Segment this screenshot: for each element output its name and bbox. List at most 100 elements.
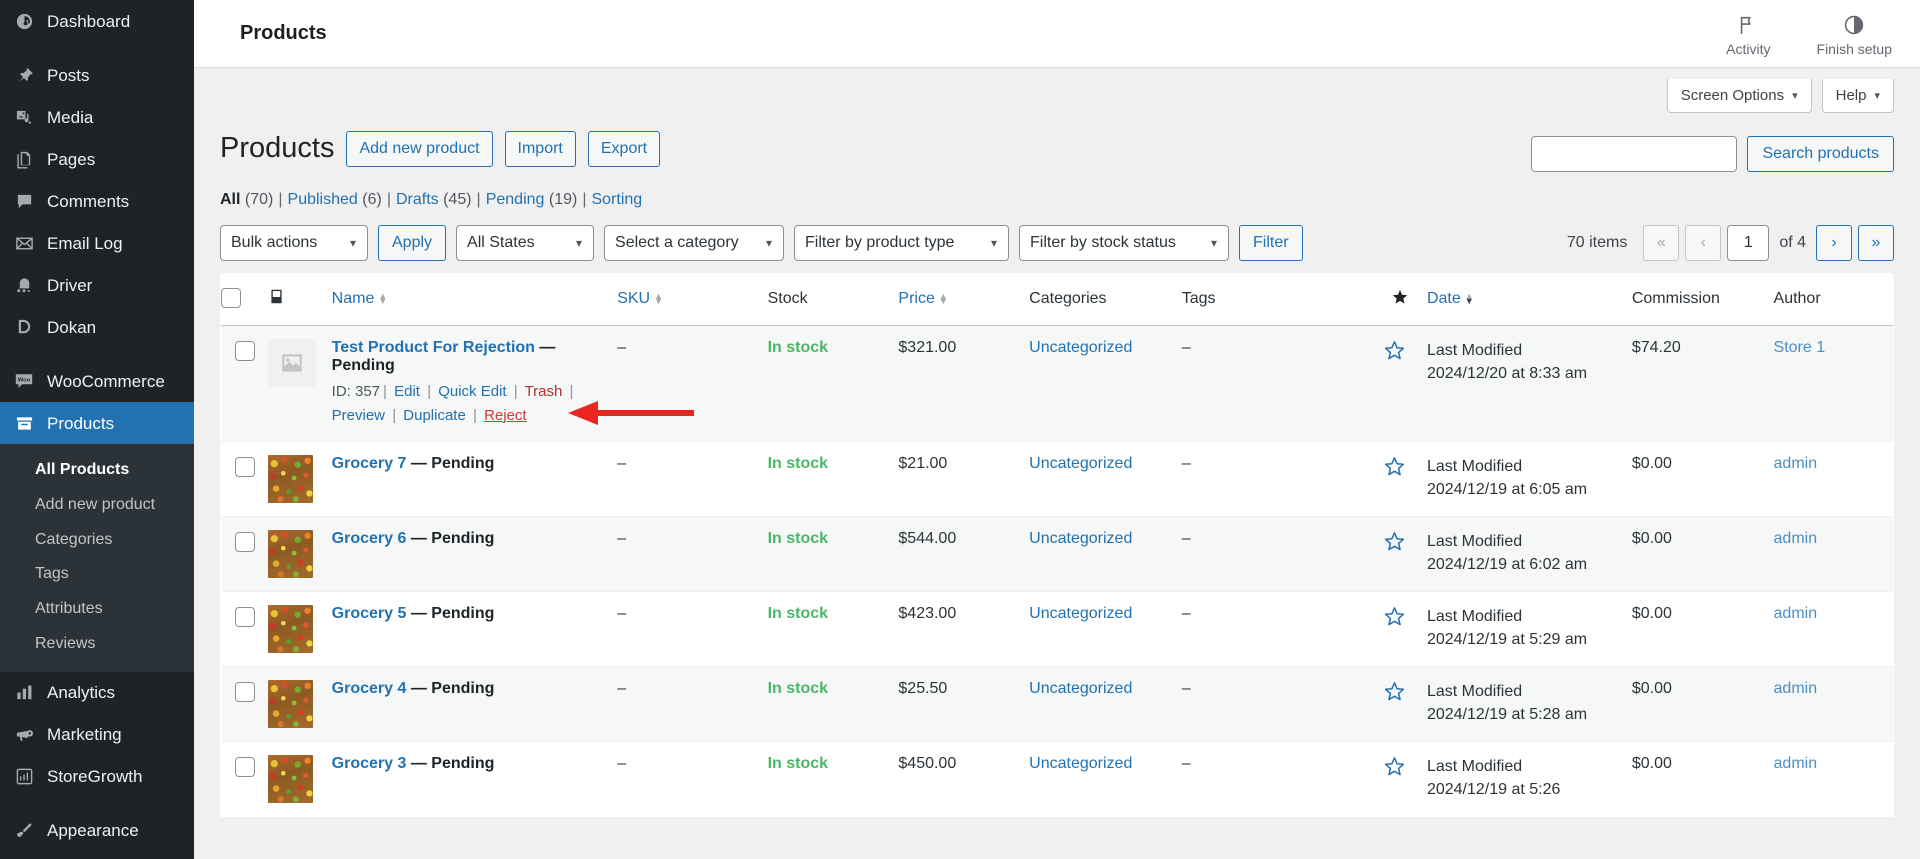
author-link[interactable]: admin — [1774, 680, 1818, 697]
select-category-select[interactable]: Select a category ▾ — [604, 224, 785, 261]
name-column-sort-link[interactable]: Name — [332, 290, 375, 307]
megaphone-icon — [12, 723, 36, 747]
star-outline-icon[interactable] — [1383, 340, 1406, 367]
product-name-link[interactable]: Grocery 3 — [332, 755, 407, 772]
product-name-link[interactable]: Test Product For Rejection — [332, 339, 535, 356]
sidebar-item-comments[interactable]: Comments — [0, 180, 194, 222]
export-button[interactable]: Export — [587, 130, 661, 168]
category-link[interactable]: Uncategorized — [1029, 605, 1132, 622]
sidebar-item-dokan[interactable]: Dokan — [0, 306, 194, 348]
duplicate-link[interactable]: Duplicate — [403, 407, 466, 424]
status-filter-sorting[interactable]: Sorting — [591, 191, 642, 208]
name-column[interactable]: Name ▲ ▼ — [331, 273, 618, 326]
submenu-item-attributes[interactable]: Attributes — [0, 592, 194, 627]
finish-setup-button[interactable]: Finish setup — [1817, 12, 1892, 57]
tags-column: Tags — [1181, 273, 1373, 326]
submenu-item-add-new-product[interactable]: Add new product — [0, 488, 194, 523]
row-featured-cell[interactable] — [1372, 440, 1427, 517]
row-featured-cell[interactable] — [1372, 590, 1427, 667]
category-link[interactable]: Uncategorized — [1029, 680, 1132, 697]
author-link[interactable]: admin — [1774, 530, 1818, 547]
sidebar-item-email-log[interactable]: Email Log — [0, 222, 194, 264]
price-column[interactable]: Price ▲ ▼ — [898, 273, 1030, 326]
sku-column[interactable]: SKU ▲ ▼ — [617, 273, 768, 326]
add-new-product-button[interactable]: Add new product — [346, 130, 493, 168]
submenu-item-tags[interactable]: Tags — [0, 557, 194, 592]
sidebar-item-media[interactable]: Media — [0, 96, 194, 138]
category-link[interactable]: Uncategorized — [1029, 755, 1132, 772]
quick-edit-link[interactable]: Quick Edit — [438, 383, 506, 400]
row-checkbox[interactable] — [235, 606, 255, 627]
sidebar-item-driver[interactable]: Driver — [0, 264, 194, 306]
sidebar-item-products[interactable]: Products — [0, 402, 194, 444]
row-featured-cell[interactable] — [1372, 324, 1427, 442]
featured-column[interactable] — [1372, 273, 1427, 326]
author-link[interactable]: admin — [1774, 605, 1818, 622]
product-name-link[interactable]: Grocery 6 — [332, 530, 407, 547]
apply-button[interactable]: Apply — [378, 224, 447, 261]
trash-link[interactable]: Trash — [525, 383, 563, 400]
submenu-item-all-products[interactable]: All Products — [0, 453, 194, 488]
all-states-select[interactable]: All States ▾ — [456, 224, 595, 261]
date-column-sort-link[interactable]: Date — [1427, 290, 1461, 307]
product-name-link[interactable]: Grocery 4 — [332, 680, 407, 697]
row-featured-cell[interactable] — [1372, 665, 1427, 742]
row-price-cell: $25.50 — [898, 665, 1030, 742]
last-page-button[interactable]: » — [1858, 224, 1894, 261]
category-link[interactable]: Uncategorized — [1029, 530, 1132, 547]
search-input[interactable] — [1531, 135, 1738, 172]
row-checkbox[interactable] — [235, 681, 255, 702]
import-button[interactable]: Import — [504, 130, 576, 168]
bulk-actions-select[interactable]: Bulk actions ▾ — [220, 224, 368, 261]
row-checkbox[interactable] — [235, 756, 255, 777]
star-outline-icon[interactable] — [1383, 531, 1406, 558]
submenu-item-reviews[interactable]: Reviews — [0, 627, 194, 662]
author-link[interactable]: admin — [1774, 755, 1818, 772]
star-outline-icon[interactable] — [1383, 756, 1406, 783]
row-featured-cell[interactable] — [1372, 515, 1427, 592]
screen-options-button[interactable]: Screen Options ▾ — [1666, 79, 1812, 113]
sidebar-item-dashboard[interactable]: Dashboard — [0, 0, 194, 42]
select-all-checkbox[interactable] — [221, 287, 241, 308]
sidebar-item-posts[interactable]: Posts — [0, 54, 194, 96]
sidebar-item-appearance[interactable]: Appearance — [0, 810, 194, 852]
next-page-button[interactable]: › — [1816, 224, 1852, 261]
sidebar-item-storegrowth[interactable]: StoreGrowth — [0, 756, 194, 798]
reject-link[interactable]: Reject — [484, 407, 527, 424]
product-type-select[interactable]: Filter by product type ▾ — [794, 224, 1010, 261]
author-link[interactable]: Store 1 — [1774, 339, 1826, 356]
star-outline-icon[interactable] — [1383, 681, 1406, 708]
sidebar-item-analytics[interactable]: Analytics — [0, 672, 194, 714]
row-checkbox[interactable] — [235, 456, 255, 477]
star-outline-icon[interactable] — [1383, 606, 1406, 633]
sidebar-item-label: Dashboard — [47, 11, 131, 31]
status-filter-pending[interactable]: Pending — [486, 191, 545, 208]
date-column[interactable]: Date ▲ ▼ — [1426, 273, 1632, 326]
submenu-item-categories[interactable]: Categories — [0, 523, 194, 558]
sku-column-sort-link[interactable]: SKU — [617, 290, 650, 307]
product-name-link[interactable]: Grocery 5 — [332, 605, 407, 622]
price-column-sort-link[interactable]: Price — [898, 290, 934, 307]
status-filter-drafts[interactable]: Drafts — [396, 191, 439, 208]
sidebar-item-pages[interactable]: Pages — [0, 138, 194, 180]
sidebar-item-woocommerce[interactable]: Woo WooCommerce — [0, 360, 194, 402]
sidebar-item-marketing[interactable]: Marketing — [0, 714, 194, 756]
search-products-button[interactable]: Search products — [1747, 135, 1894, 172]
activity-button[interactable]: Activity — [1726, 12, 1771, 57]
row-checkbox[interactable] — [235, 340, 255, 361]
category-link[interactable]: Uncategorized — [1029, 455, 1132, 472]
author-link[interactable]: admin — [1774, 455, 1818, 472]
row-checkbox[interactable] — [235, 531, 255, 552]
help-button[interactable]: Help ▾ — [1821, 79, 1894, 113]
row-featured-cell[interactable] — [1372, 740, 1427, 816]
filter-button[interactable]: Filter — [1239, 224, 1303, 261]
current-page-input[interactable]: 1 — [1727, 224, 1770, 261]
status-filter-all[interactable]: All — [220, 191, 240, 208]
product-name-link[interactable]: Grocery 7 — [332, 455, 407, 472]
edit-link[interactable]: Edit — [394, 383, 420, 400]
status-filter-published[interactable]: Published — [288, 191, 358, 208]
category-link[interactable]: Uncategorized — [1029, 339, 1132, 356]
star-outline-icon[interactable] — [1383, 456, 1406, 483]
preview-link[interactable]: Preview — [332, 407, 385, 424]
stock-status-select[interactable]: Filter by stock status ▾ — [1019, 224, 1230, 261]
